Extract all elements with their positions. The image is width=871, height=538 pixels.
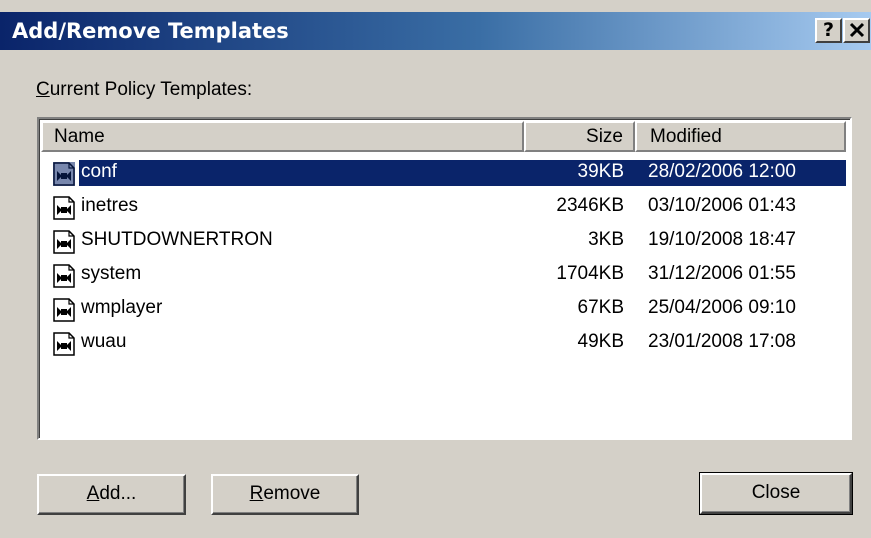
template-modified: 28/02/2006 12:00 [648, 161, 796, 182]
table-row[interactable]: wuau 49KB 23/01/2008 17:08 [41, 326, 846, 360]
close-window-button[interactable] [843, 18, 870, 43]
current-templates-label: Current Policy Templates: [36, 79, 253, 100]
policy-template-file-icon [53, 298, 75, 322]
table-row[interactable]: system 1704KB 31/12/2006 01:55 [41, 258, 846, 292]
policy-template-file-icon [53, 332, 75, 356]
template-name: conf [79, 160, 119, 184]
column-header-modified[interactable]: Modified [635, 121, 846, 152]
close-button[interactable]: Close [699, 472, 853, 515]
template-modified: 19/10/2008 18:47 [648, 229, 796, 250]
policy-template-file-icon [53, 264, 75, 288]
table-row[interactable]: SHUTDOWNERTRON 3KB 19/10/2008 18:47 [41, 224, 846, 258]
template-size: 1704KB [556, 263, 624, 284]
template-size: 3KB [588, 229, 624, 250]
selection-icon-tint [53, 162, 75, 186]
dialog-title: Add/Remove Templates [12, 19, 289, 43]
remove-button[interactable]: Remove [211, 474, 359, 515]
template-modified: 03/10/2006 01:43 [648, 195, 796, 216]
template-size: 49KB [577, 331, 624, 352]
template-size: 67KB [577, 297, 624, 318]
column-header-size[interactable]: Size [524, 121, 635, 152]
template-modified: 25/04/2006 09:10 [648, 297, 796, 318]
add-remove-templates-dialog: Add/Remove Templates ? Current Policy Te… [0, 0, 871, 538]
template-rows: conf 39KB 28/02/2006 12:00 inetres 2346KB 03/… [41, 156, 846, 360]
template-name: system [81, 263, 142, 284]
help-button[interactable]: ? [815, 18, 842, 43]
title-bar[interactable]: Add/Remove Templates ? [0, 12, 871, 50]
template-size: 2346KB [556, 195, 624, 216]
templates-list[interactable]: Name Size Modified conf 39KB 28/02/2006 12… [37, 117, 852, 440]
template-name: wuau [81, 331, 127, 352]
list-header: Name Size Modified [41, 121, 846, 152]
close-icon [849, 22, 864, 38]
table-row[interactable]: inetres 2346KB 03/10/2006 01:43 [41, 190, 846, 224]
template-name: SHUTDOWNERTRON [81, 229, 273, 250]
add-button[interactable]: Add... [37, 474, 186, 515]
table-row[interactable]: wmplayer 67KB 25/04/2006 09:10 [41, 292, 846, 326]
template-modified: 23/01/2008 17:08 [648, 331, 796, 352]
policy-template-file-icon [53, 196, 75, 220]
policy-template-file-icon [53, 230, 75, 254]
template-size: 39KB [577, 161, 624, 182]
table-row[interactable]: conf 39KB 28/02/2006 12:00 [41, 156, 846, 190]
column-header-name[interactable]: Name [41, 121, 524, 152]
template-name: inetres [81, 195, 139, 216]
template-modified: 31/12/2006 01:55 [648, 263, 796, 284]
template-name: wmplayer [81, 297, 163, 318]
